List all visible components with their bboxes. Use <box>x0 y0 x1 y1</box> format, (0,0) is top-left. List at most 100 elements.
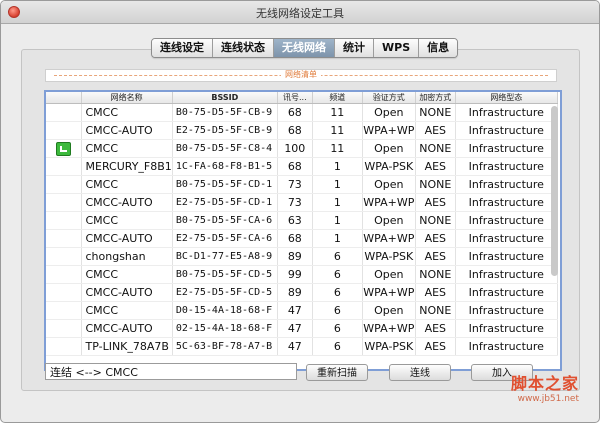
channel-cell: 11 <box>312 139 363 158</box>
status-cell <box>46 157 82 176</box>
auth-cell: WPA-PSK <box>362 337 416 356</box>
channel-cell: 1 <box>312 175 363 194</box>
encryption-cell: NONE <box>415 139 456 158</box>
table-row[interactable]: CMCC D0-15-4A-18-68-F 47 6 Open NONE Infrastru… <box>46 301 558 320</box>
tab-wps[interactable]: WPS <box>374 39 420 57</box>
column-header-network-type[interactable]: 网络型态 <box>455 92 558 104</box>
main-panel: 网络清单 网络名称 BSSID 讯号... 频道 验证方式 加密方式 网络型态 … <box>21 49 580 391</box>
encryption-cell: NONE <box>415 103 456 122</box>
watermark-text: 脚本之家 <box>510 374 579 393</box>
tab-info[interactable]: 信息 <box>419 39 458 57</box>
column-header-ssid[interactable]: 网络名称 <box>81 92 173 104</box>
auth-cell: Open <box>362 265 416 284</box>
encryption-cell: AES <box>415 337 456 356</box>
ssid-cell: CMCC-AUTO <box>81 283 173 302</box>
title-bar: 无线网络设定工具 <box>1 1 599 24</box>
ssid-cell: TP-LINK_78A7B <box>81 337 173 356</box>
ssid-cell: CMCC-AUTO <box>81 121 173 140</box>
watermark: 脚本之家 www.jb51.net <box>511 370 579 404</box>
encryption-cell: AES <box>415 157 456 176</box>
signal-cell: 47 <box>277 319 313 338</box>
rescan-button[interactable]: 重新扫描 <box>306 364 368 381</box>
network-type-cell: Infrastructure <box>455 121 558 140</box>
table-row[interactable]: CMCC B0-75-D5-5F-CD-5 99 6 Open NONE Infrastru… <box>46 265 558 284</box>
table-row[interactable]: CMCC B0-75-D5-5F-C8-4 100 11 Open NONE Infrast… <box>46 139 558 158</box>
tab-wireless-networks[interactable]: 无线网络 <box>274 39 335 57</box>
auth-cell: WPA-PSK <box>362 157 416 176</box>
table-row[interactable]: chongshan BC-D1-77-E5-A8-9 89 6 WPA-PSK AES In… <box>46 247 558 266</box>
encryption-cell: AES <box>415 319 456 338</box>
app-window: 无线网络设定工具 网络清单 网络名称 BSSID 讯号... 频道 验证方式 加… <box>0 0 600 423</box>
bssid-cell: 02-15-4A-18-68-F <box>172 319 278 338</box>
tab-statistics[interactable]: 统计 <box>335 39 374 57</box>
ssid-cell: CMCC-AUTO <box>81 319 173 338</box>
channel-cell: 6 <box>312 265 363 284</box>
auth-cell: Open <box>362 103 416 122</box>
tab-connection-settings[interactable]: 连线设定 <box>152 39 213 57</box>
bssid-cell: E2-75-D5-5F-CA-6 <box>172 229 278 248</box>
ssid-cell: MERCURY_F8B1 <box>81 157 173 176</box>
table-row[interactable]: TP-LINK_78A7B 5C-63-BF-78-A7-B 47 6 WPA-PSK A… <box>46 337 558 356</box>
encryption-cell: AES <box>415 193 456 212</box>
encryption-cell: NONE <box>415 211 456 230</box>
status-cell <box>46 319 82 338</box>
ssid-cell: CMCC <box>81 301 173 320</box>
encryption-cell: NONE <box>415 265 456 284</box>
signal-cell: 68 <box>277 121 313 140</box>
column-header-encryption[interactable]: 加密方式 <box>415 92 456 104</box>
network-type-cell: Infrastructure <box>455 247 558 266</box>
auth-cell: Open <box>362 211 416 230</box>
connect-button[interactable]: 连线 <box>389 364 451 381</box>
tab-bar: 连线设定 连线状态 无线网络 统计 WPS 信息 <box>151 38 459 58</box>
table-row[interactable]: CMCC-AUTO E2-75-D5-5F-CB-9 68 11 WPA+WP AES In… <box>46 121 558 140</box>
network-type-cell: Infrastructure <box>455 283 558 302</box>
network-type-cell: Infrastructure <box>455 301 558 320</box>
encryption-cell: AES <box>415 283 456 302</box>
column-header-status[interactable] <box>46 92 82 104</box>
bssid-cell: B0-75-D5-5F-CD-5 <box>172 265 278 284</box>
channel-cell: 1 <box>312 193 363 212</box>
signal-cell: 47 <box>277 337 313 356</box>
signal-cell: 73 <box>277 193 313 212</box>
network-type-cell: Infrastructure <box>455 193 558 212</box>
window-title: 无线网络设定工具 <box>256 7 344 20</box>
column-header-channel[interactable]: 频道 <box>312 92 363 104</box>
table-row[interactable]: CMCC-AUTO E2-75-D5-5F-CD-5 89 6 WPA+WP AES Inf… <box>46 283 558 302</box>
column-header-bssid[interactable]: BSSID <box>172 92 278 104</box>
auth-cell: Open <box>362 175 416 194</box>
signal-cell: 89 <box>277 283 313 302</box>
network-type-cell: Infrastructure <box>455 157 558 176</box>
table-row[interactable]: MERCURY_F8B1 1C-FA-68-F8-B1-5 68 1 WPA-PSK AE… <box>46 157 558 176</box>
network-table[interactable]: 网络名称 BSSID 讯号... 频道 验证方式 加密方式 网络型态 CMCC B… <box>44 90 562 371</box>
tab-connection-status[interactable]: 连线状态 <box>213 39 274 57</box>
network-list-title: 网络清单 <box>281 70 321 79</box>
status-cell <box>46 139 82 158</box>
network-type-cell: Infrastructure <box>455 175 558 194</box>
table-row[interactable]: CMCC B0-75-D5-5F-CD-1 73 1 Open NONE Infrastru… <box>46 175 558 194</box>
channel-cell: 1 <box>312 229 363 248</box>
watermark-url: www.jb51.net <box>517 394 579 404</box>
encryption-cell: AES <box>415 121 456 140</box>
bssid-cell: D0-15-4A-18-68-F <box>172 301 278 320</box>
column-header-auth[interactable]: 验证方式 <box>362 92 416 104</box>
table-row[interactable]: CMCC-AUTO E2-75-D5-5F-CA-6 68 1 WPA+WP AES Inf… <box>46 229 558 248</box>
table-scrollbar[interactable] <box>551 106 558 276</box>
channel-cell: 6 <box>312 283 363 302</box>
bssid-cell: B0-75-D5-5F-C8-4 <box>172 139 278 158</box>
table-row[interactable]: CMCC-AUTO E2-75-D5-5F-CD-1 73 1 WPA+WP AES Inf… <box>46 193 558 212</box>
bssid-cell: E2-75-D5-5F-CD-5 <box>172 283 278 302</box>
ssid-cell: CMCC <box>81 103 173 122</box>
ssid-cell: CMCC <box>81 139 173 158</box>
bssid-cell: B0-75-D5-5F-CB-9 <box>172 103 278 122</box>
status-cell <box>46 175 82 194</box>
signal-cell: 47 <box>277 301 313 320</box>
table-row[interactable]: CMCC-AUTO 02-15-4A-18-68-F 47 6 WPA+WP AES Inf… <box>46 319 558 338</box>
channel-cell: 6 <box>312 319 363 338</box>
column-header-signal[interactable]: 讯号... <box>277 92 313 104</box>
signal-cell: 68 <box>277 103 313 122</box>
table-row[interactable]: CMCC B0-75-D5-5F-CA-6 63 1 Open NONE Infrastru… <box>46 211 558 230</box>
channel-cell: 6 <box>312 301 363 320</box>
table-row[interactable]: CMCC B0-75-D5-5F-CB-9 68 11 Open NONE Infrastr… <box>46 103 558 122</box>
channel-cell: 6 <box>312 247 363 266</box>
connection-status-field[interactable]: 连结 <--> CMCC <box>45 363 297 380</box>
